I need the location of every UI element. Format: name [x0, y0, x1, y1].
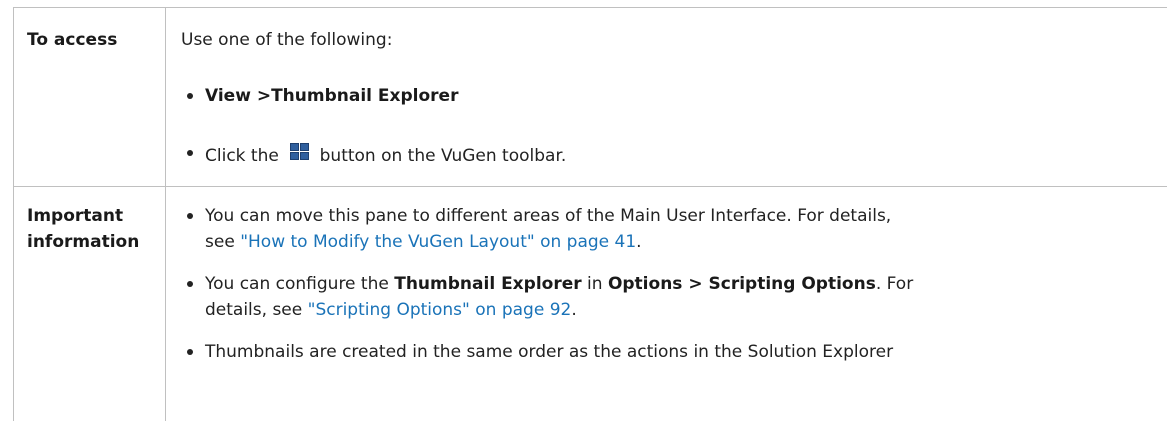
- period-text: .: [636, 232, 642, 252]
- row-header-important-line2: information: [27, 232, 140, 252]
- configure-line2: details, see "Scripting Options" on page…: [205, 298, 577, 322]
- configure-text: You can configure the: [205, 274, 389, 294]
- bullet-dot: [187, 150, 193, 156]
- thumbnail-explorer-icon: [288, 141, 310, 163]
- scripting-options-path: Options > Scripting Options: [607, 274, 876, 294]
- bullet-dot: [187, 93, 193, 99]
- table-border-left: [13, 7, 14, 421]
- move-pane-line2: see "How to Modify the VuGen Layout" on …: [205, 230, 642, 254]
- scripting-options-link[interactable]: "Scripting Options" on page 92: [308, 300, 572, 320]
- menu-path-text: View >Thumbnail Explorer: [205, 86, 459, 106]
- toolbar-instruction: Click the button on the VuGen toolbar.: [205, 141, 566, 168]
- table-border-top: [13, 7, 1167, 8]
- click-the-text: Click the: [205, 146, 279, 166]
- row-header-important-line1: Important: [27, 206, 124, 226]
- in-text: in: [587, 274, 603, 294]
- period-text: .: [571, 300, 577, 320]
- info-table: To access Use one of the following: View…: [13, 7, 1167, 421]
- toolbar-suffix-text: button on the VuGen toolbar.: [319, 146, 567, 166]
- row-header-to-access: To access: [27, 30, 118, 50]
- bullet-dot: [187, 281, 193, 287]
- thumbnail-explorer-term: Thumbnail Explorer: [394, 274, 582, 294]
- column-divider: [165, 7, 166, 421]
- bullet-dot: [187, 213, 193, 219]
- see-text: see: [205, 232, 235, 252]
- access-intro-text: Use one of the following:: [181, 30, 393, 50]
- thumbnails-order-line1: Thumbnails are created in the same order…: [205, 342, 894, 362]
- row-divider: [13, 186, 1167, 187]
- bullet-dot: [187, 349, 193, 355]
- configure-line1: You can configure the Thumbnail Explorer…: [205, 272, 913, 296]
- move-pane-line1: You can move this pane to different area…: [205, 206, 892, 226]
- vugen-layout-link[interactable]: "How to Modify the VuGen Layout" on page…: [240, 232, 636, 252]
- for-text: . For: [875, 274, 914, 294]
- details-see-text: details, see: [205, 300, 303, 320]
